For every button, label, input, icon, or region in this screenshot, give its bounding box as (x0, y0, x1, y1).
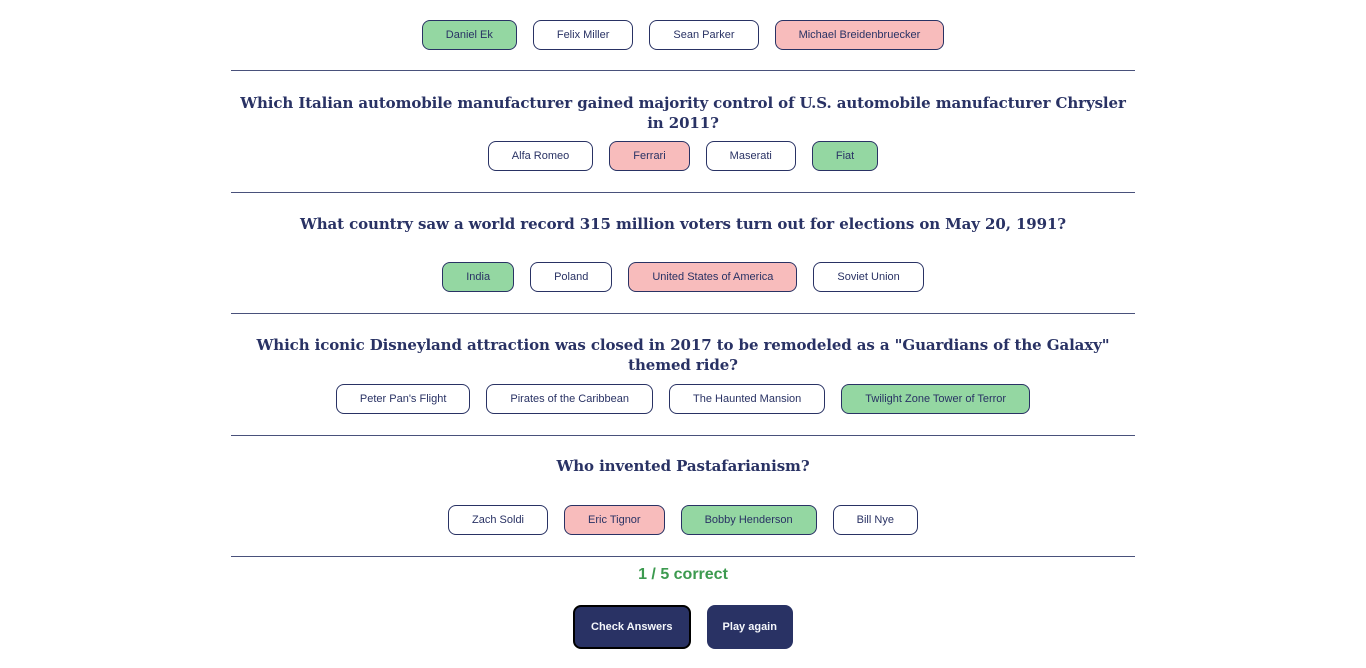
answer-options-q2: India Poland United States of America So… (231, 262, 1135, 292)
play-again-button[interactable]: Play again (706, 605, 793, 649)
answer-option[interactable]: Felix Miller (532, 20, 634, 50)
question-divider (231, 435, 1135, 436)
answer-option[interactable]: Daniel Ek (421, 20, 517, 50)
question-divider (231, 70, 1135, 71)
question-text: Which Italian automobile manufacturer ga… (240, 94, 1126, 132)
answer-option[interactable]: Pirates of the Caribbean (486, 384, 654, 414)
answer-options-q4: Zach Soldi Eric Tignor Bobby Henderson B… (231, 505, 1135, 535)
question-text: Who invented Pastafarianism? (556, 457, 810, 475)
answer-option[interactable]: The Haunted Mansion (669, 384, 826, 414)
action-buttons: Check Answers Play again (231, 605, 1135, 649)
question-divider (231, 192, 1135, 193)
answer-option[interactable]: Peter Pan's Flight (335, 384, 471, 414)
answer-options-q0: Daniel Ek Felix Miller Sean Parker Micha… (231, 20, 1135, 50)
answer-option[interactable]: Soviet Union (813, 262, 924, 292)
answer-option[interactable]: Michael Breidenbruecker (774, 20, 945, 50)
answer-option[interactable]: Twilight Zone Tower of Terror (841, 384, 1031, 414)
answer-option[interactable]: India (442, 262, 515, 292)
answer-option[interactable]: Poland (530, 262, 613, 292)
score-text: 1 / 5 correct (638, 566, 728, 583)
answer-option[interactable]: Maserati (705, 141, 796, 171)
answer-option[interactable]: Fiat (811, 141, 879, 171)
answer-option[interactable]: Eric Tignor (564, 505, 665, 535)
answer-option[interactable]: Ferrari (609, 141, 690, 171)
question-divider (231, 313, 1135, 314)
answer-options-q1: Alfa Romeo Ferrari Maserati Fiat (231, 141, 1135, 171)
answer-option[interactable]: Alfa Romeo (487, 141, 594, 171)
answer-option[interactable]: Sean Parker (649, 20, 759, 50)
check-answers-button[interactable]: Check Answers (573, 605, 691, 649)
answer-options-q3: Peter Pan's Flight Pirates of the Caribb… (231, 384, 1135, 414)
question-text: What country saw a world record 315 mill… (300, 215, 1066, 233)
question-divider (231, 556, 1135, 557)
answer-option[interactable]: United States of America (628, 262, 798, 292)
answer-option[interactable]: Bill Nye (832, 505, 918, 535)
answer-option[interactable]: Bobby Henderson (680, 505, 817, 535)
answer-option[interactable]: Zach Soldi (448, 505, 549, 535)
question-text: Which iconic Disneyland attraction was c… (256, 336, 1110, 374)
